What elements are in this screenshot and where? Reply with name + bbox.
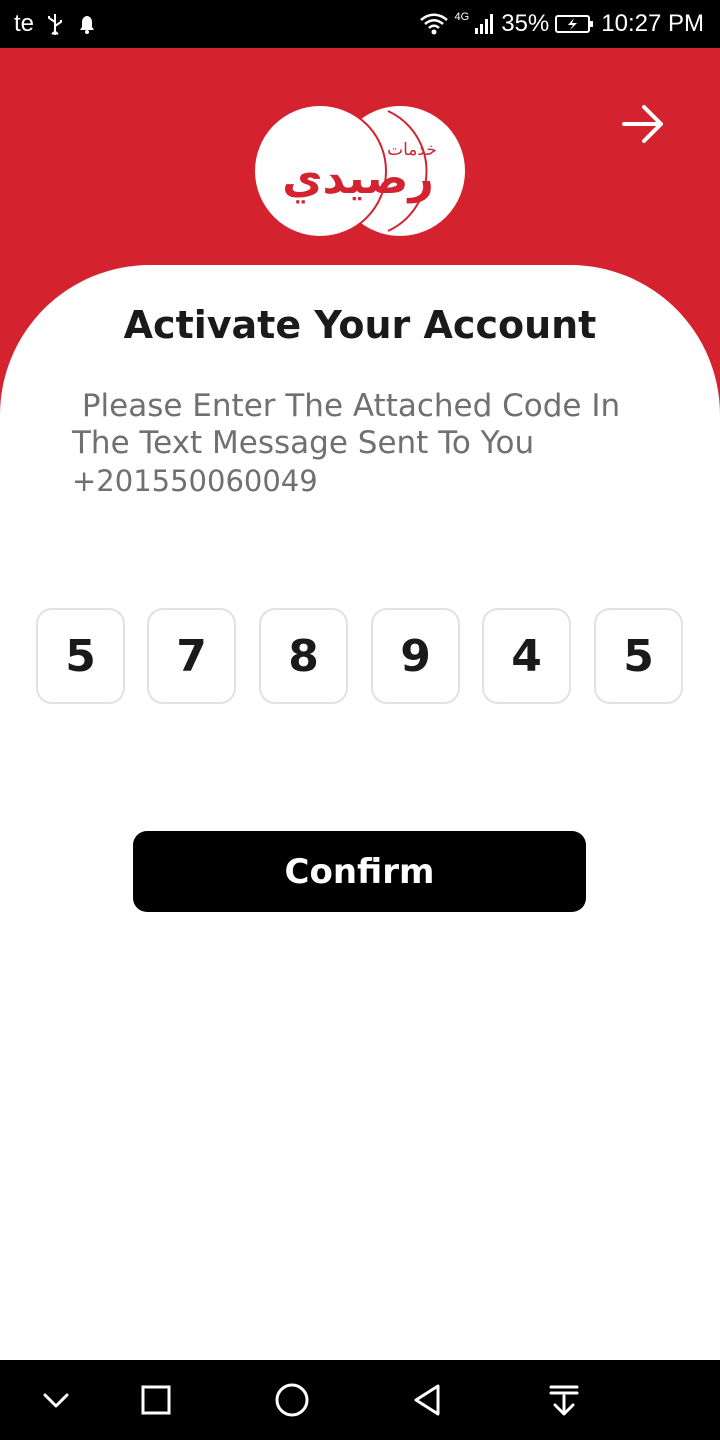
logo-large-text: رصيدي (282, 153, 434, 204)
otp-digit-1[interactable]: 5 (36, 608, 125, 704)
recents-square-icon[interactable] (136, 1380, 176, 1420)
notification-pull-icon[interactable] (544, 1380, 584, 1420)
otp-digit-5[interactable]: 4 (482, 608, 571, 704)
otp-digit-2[interactable]: 7 (147, 608, 236, 704)
clock: 10:27 PM (601, 10, 704, 37)
otp-code-row: 5 7 8 9 4 5 (36, 608, 684, 704)
page-title: Activate Your Account (123, 303, 597, 347)
back-triangle-icon[interactable] (408, 1380, 448, 1420)
otp-digit-4[interactable]: 9 (371, 608, 460, 704)
chevron-down-icon[interactable] (36, 1380, 76, 1420)
cellular-signal-icon (475, 14, 494, 34)
otp-digit-6[interactable]: 5 (594, 608, 683, 704)
status-right: 4G 35% 10:27 PM (419, 10, 704, 38)
wifi-icon (419, 13, 448, 35)
usb-icon (48, 14, 63, 35)
navigation-bar (0, 1360, 720, 1440)
network-type-label: 4G (454, 11, 470, 23)
phone-number: +201550060049 (72, 464, 318, 498)
arrow-right-icon[interactable] (618, 99, 668, 149)
otp-digit-3[interactable]: 8 (259, 608, 348, 704)
app-logo: خدمات رصيدي (253, 104, 467, 238)
status-left: te (14, 10, 98, 38)
instruction-text: Please Enter The Attached Code In The Te… (72, 388, 621, 461)
carrier-label: te (14, 10, 35, 37)
home-circle-icon[interactable] (272, 1380, 312, 1420)
battery-percent: 35% (501, 10, 550, 37)
confirm-button[interactable]: Confirm (133, 831, 586, 912)
battery-charging-icon (555, 15, 594, 33)
notification-bell-icon (80, 16, 95, 34)
status-bar: te 4G 35% 10:27 PM (0, 0, 720, 48)
